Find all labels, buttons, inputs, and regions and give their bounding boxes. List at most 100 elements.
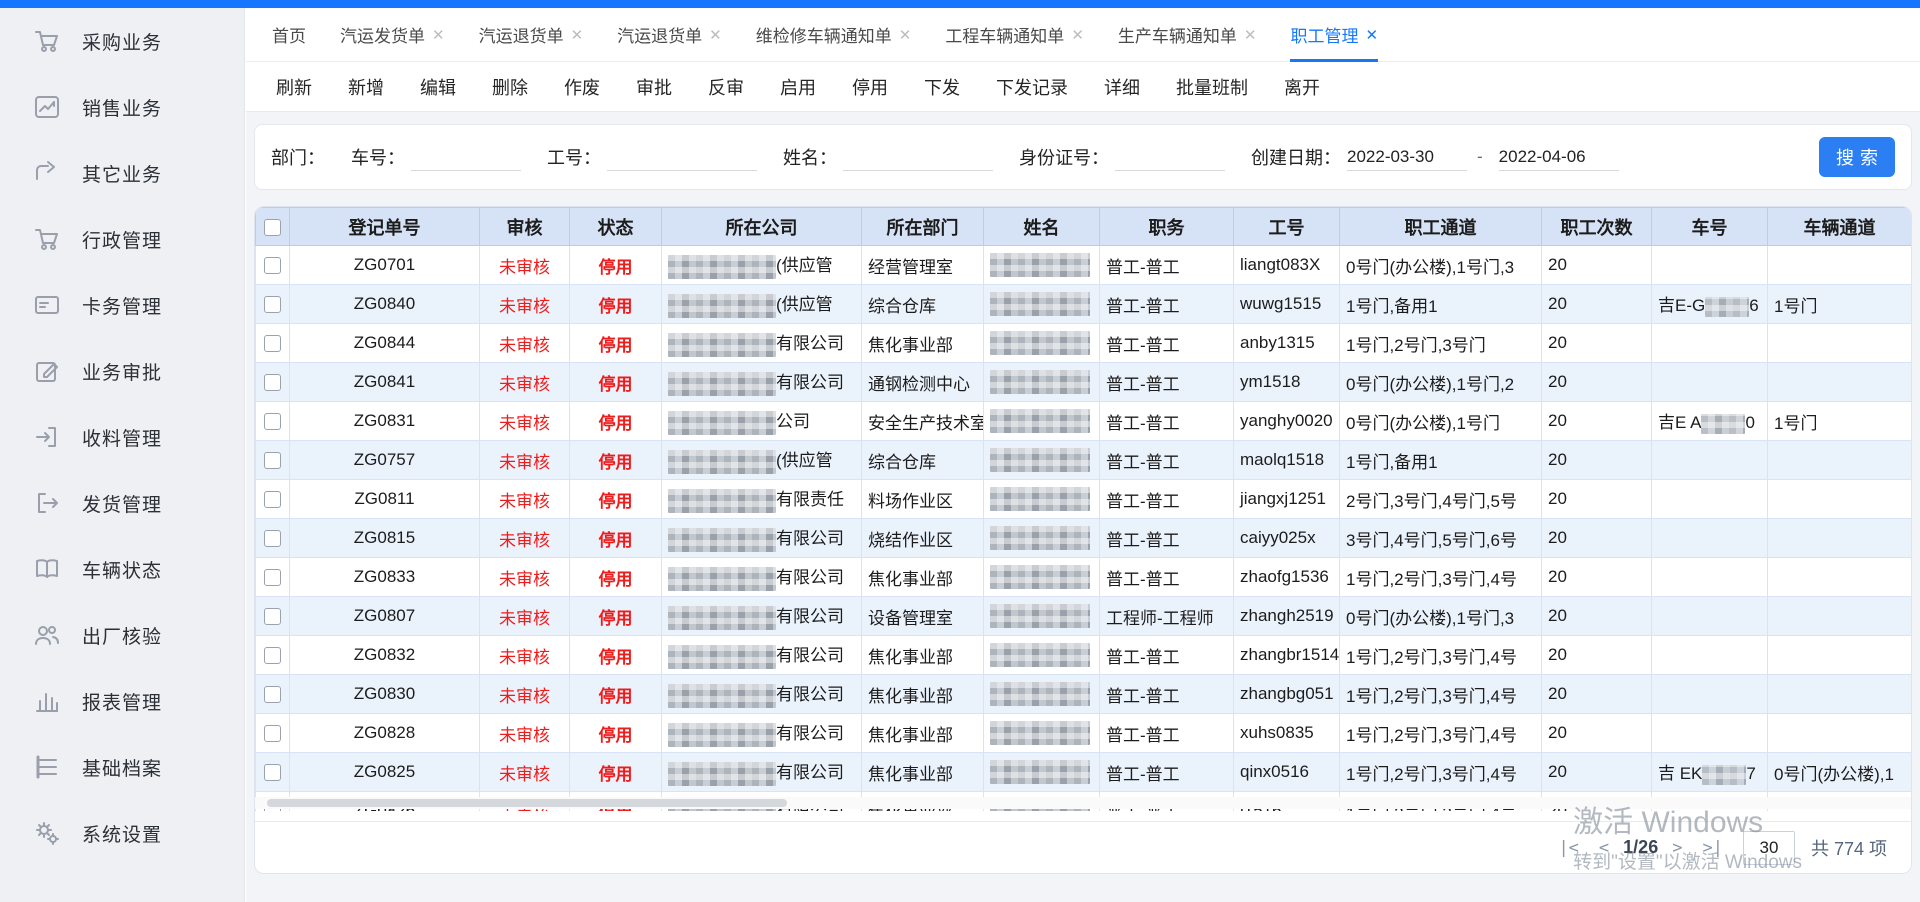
row-checkbox[interactable] xyxy=(264,530,281,547)
row-select-cell xyxy=(256,363,290,402)
work-no-cell: caiyy025x xyxy=(1234,519,1340,558)
tab-汽运退货单[interactable]: 汽运退货单✕ xyxy=(617,8,722,62)
row-checkbox[interactable] xyxy=(264,608,281,625)
toolbar-button-删除[interactable]: 删除 xyxy=(492,74,528,100)
page-size-input[interactable] xyxy=(1743,831,1795,865)
horizontal-scrollbar-thumb[interactable] xyxy=(267,799,787,807)
sidebar-item-发货管理[interactable]: 发货管理 xyxy=(0,470,244,536)
table-row[interactable]: ZG0844未审核停用有限公司焦化事业部普工-普工anby13151号门,2号门… xyxy=(256,324,1912,363)
toolbar-button-审批[interactable]: 审批 xyxy=(636,74,672,100)
tab-工程车辆通知单[interactable]: 工程车辆通知单 ✕ xyxy=(945,8,1084,62)
row-checkbox[interactable] xyxy=(264,686,281,703)
select-all-checkbox[interactable] xyxy=(264,219,281,236)
sidebar-item-收料管理[interactable]: 收料管理 xyxy=(0,404,244,470)
sidebar-item-报表管理[interactable]: 报表管理 xyxy=(0,668,244,734)
name-cell xyxy=(984,363,1100,402)
name-input[interactable] xyxy=(843,143,993,171)
table-row[interactable]: ZG0831未审核停用公司安全生产技术室普工-普工yanghy00200号门(办… xyxy=(256,402,1912,441)
company-tail-text: 公司 xyxy=(776,412,810,431)
sidebar-item-卡务管理[interactable]: 卡务管理 xyxy=(0,272,244,338)
company-cell: 有限责任 xyxy=(662,480,862,519)
date-to-input[interactable] xyxy=(1499,143,1619,171)
vehicle-no-input[interactable] xyxy=(411,143,521,171)
row-checkbox[interactable] xyxy=(264,452,281,469)
table-row[interactable]: ZG0825未审核停用有限公司焦化事业部普工-普工qinx05161号门,2号门… xyxy=(256,753,1912,792)
first-page-button[interactable]: |< xyxy=(1558,838,1578,858)
sidebar-item-系统设置[interactable]: 系统设置 xyxy=(0,800,244,866)
row-checkbox[interactable] xyxy=(264,257,281,274)
tab-汽运发货单[interactable]: 汽运发货单✕ xyxy=(340,8,445,62)
date-from-input[interactable] xyxy=(1347,143,1467,171)
toolbar-button-作废[interactable]: 作废 xyxy=(564,74,600,100)
tab-close-icon[interactable]: ✕ xyxy=(1071,26,1084,44)
row-checkbox[interactable] xyxy=(264,725,281,742)
tab-维检修车辆通知单[interactable]: 维检修车辆通知单✕ xyxy=(756,8,912,62)
tab-首页[interactable]: 首页 xyxy=(272,8,306,62)
sidebar-item-其它业务[interactable]: 其它业务 xyxy=(0,140,244,206)
sidebar-item-基础档案[interactable]: 基础档案 xyxy=(0,734,244,800)
work-no-input[interactable] xyxy=(607,143,757,171)
toolbar-button-离开[interactable]: 离开 xyxy=(1284,74,1320,100)
row-select-cell xyxy=(256,324,290,363)
table-row[interactable]: ZG0832未审核停用有限公司焦化事业部普工-普工zhangbr15141号门,… xyxy=(256,636,1912,675)
tab-close-icon[interactable]: ✕ xyxy=(1244,26,1257,44)
tab-职工管理[interactable]: 职工管理✕ xyxy=(1290,8,1378,62)
row-checkbox[interactable] xyxy=(264,335,281,352)
table-row[interactable]: ZG0757未审核停用(供应管综合仓库普工-普工maolq15181号门,备用1… xyxy=(256,441,1912,480)
row-checkbox[interactable] xyxy=(264,764,281,781)
tab-汽运退货单[interactable]: 汽运退货单✕ xyxy=(479,8,584,62)
toolbar-button-反审[interactable]: 反审 xyxy=(708,74,744,100)
sidebar-item-行政管理[interactable]: 行政管理 xyxy=(0,206,244,272)
last-page-button[interactable]: >| xyxy=(1702,838,1722,858)
horizontal-scrollbar xyxy=(255,797,1911,809)
table-row[interactable]: ZG0807未审核停用有限公司设备管理室工程师-工程师zhangh25190号门… xyxy=(256,597,1912,636)
sidebar-item-销售业务[interactable]: 销售业务 xyxy=(0,74,244,140)
table-row[interactable]: ZG0840未审核停用(供应管综合仓库普工-普工wuwg15151号门,备用12… xyxy=(256,285,1912,324)
table-row[interactable]: ZG0833未审核停用有限公司焦化事业部普工-普工zhaofg15361号门,2… xyxy=(256,558,1912,597)
id-card-input[interactable] xyxy=(1115,143,1225,171)
sidebar-item-出厂核验[interactable]: 出厂核验 xyxy=(0,602,244,668)
row-checkbox[interactable] xyxy=(264,374,281,391)
table-row[interactable]: ZG0815未审核停用有限公司烧结作业区普工-普工caiyy025x3号门,4号… xyxy=(256,519,1912,558)
work-no-cell: zhangbr1514 xyxy=(1234,636,1340,675)
table-row[interactable]: ZG0701未审核停用(供应管经营管理室普工-普工liangt083X0号门(办… xyxy=(256,246,1912,285)
toolbar-button-启用[interactable]: 启用 xyxy=(780,74,816,100)
row-checkbox[interactable] xyxy=(264,569,281,586)
row-checkbox[interactable] xyxy=(264,296,281,313)
employee-count-cell: 20 xyxy=(1542,324,1652,363)
table-row[interactable]: ZG0841未审核停用有限公司通钢检测中心普工-普工ym15180号门(办公楼)… xyxy=(256,363,1912,402)
toolbar-button-批量班制[interactable]: 批量班制 xyxy=(1176,74,1248,100)
tab-close-icon[interactable]: ✕ xyxy=(709,26,722,44)
toolbar-button-下发[interactable]: 下发 xyxy=(924,74,960,100)
row-checkbox[interactable] xyxy=(264,413,281,430)
next-page-button[interactable]: > xyxy=(1672,838,1682,858)
toolbar-button-下发记录[interactable]: 下发记录 xyxy=(996,74,1068,100)
redacted-company-name xyxy=(668,489,776,513)
sidebar-item-业务审批[interactable]: 业务审批 xyxy=(0,338,244,404)
row-checkbox[interactable] xyxy=(264,647,281,664)
tab-close-icon[interactable]: ✕ xyxy=(571,26,584,44)
table-row[interactable]: ZG0830未审核停用有限公司焦化事业部普工-普工zhangbg0511号门,2… xyxy=(256,675,1912,714)
row-checkbox[interactable] xyxy=(264,491,281,508)
prev-page-button[interactable]: < xyxy=(1599,838,1609,858)
tab-close-icon[interactable]: ✕ xyxy=(432,26,445,44)
tab-label: 工程车辆通知单 xyxy=(945,22,1064,47)
toolbar-button-编辑[interactable]: 编辑 xyxy=(420,74,456,100)
open-book-icon xyxy=(34,556,60,582)
tab-生产车辆通知单[interactable]: 生产车辆通知单✕ xyxy=(1118,8,1257,62)
toolbar-button-停用[interactable]: 停用 xyxy=(852,74,888,100)
name-cell xyxy=(984,597,1100,636)
sidebar-item-车辆状态[interactable]: 车辆状态 xyxy=(0,536,244,602)
search-button[interactable]: 搜索 xyxy=(1819,137,1895,177)
company-cell: 有限公司 xyxy=(662,519,862,558)
sidebar-item-采购业务[interactable]: 采购业务 xyxy=(0,8,244,74)
vehicle-no-text: 6 xyxy=(1749,296,1758,315)
tab-close-icon[interactable]: ✕ xyxy=(899,26,912,44)
tab-close-icon[interactable]: ✕ xyxy=(1365,26,1378,44)
toolbar-button-新增[interactable]: 新增 xyxy=(348,74,384,100)
sidebar-item-label: 出厂核验 xyxy=(82,622,162,649)
toolbar-button-刷新[interactable]: 刷新 xyxy=(276,74,312,100)
toolbar-button-详细[interactable]: 详细 xyxy=(1104,74,1140,100)
table-row[interactable]: ZG0811未审核停用有限责任料场作业区普工-普工jiangxj12512号门,… xyxy=(256,480,1912,519)
table-row[interactable]: ZG0828未审核停用有限公司焦化事业部普工-普工xuhs08351号门,2号门… xyxy=(256,714,1912,753)
